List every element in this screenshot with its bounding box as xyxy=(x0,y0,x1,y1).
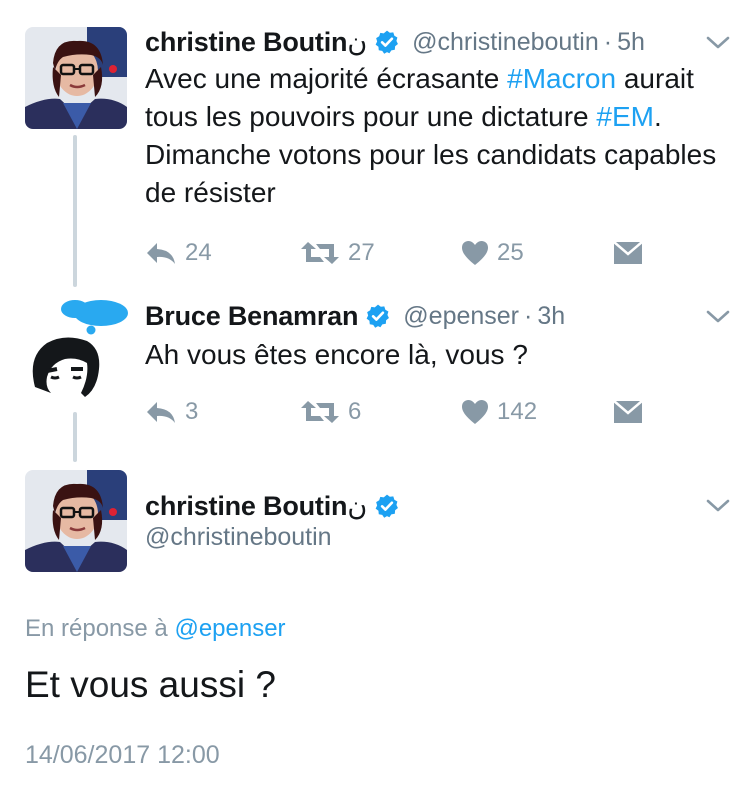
message-button[interactable] xyxy=(613,397,643,427)
user-handle[interactable]: @christineboutin xyxy=(145,523,332,552)
reply-count: 24 xyxy=(185,239,212,266)
user-handle[interactable]: @christineboutin xyxy=(412,28,599,57)
retweet-button[interactable]: 6 xyxy=(300,397,361,427)
tweet1-header: christine Boutinن @christineboutin · 5h xyxy=(145,24,645,60)
verified-badge-icon xyxy=(374,493,400,519)
avatar-christine-boutin[interactable] xyxy=(25,470,127,572)
message-icon xyxy=(613,400,643,423)
name-suffix: ن xyxy=(347,490,368,521)
tweet2-text: Ah vous êtes encore là, vous ? xyxy=(145,339,528,370)
reply-context: En réponse à @epenser xyxy=(25,615,286,643)
retweet-count: 27 xyxy=(348,239,375,266)
user-name[interactable]: christine Boutinن xyxy=(145,491,367,522)
verified-badge-icon xyxy=(374,29,400,55)
tweet-time[interactable]: 3h xyxy=(537,302,565,331)
chevron-down-icon[interactable] xyxy=(705,35,731,51)
verified-badge-icon xyxy=(365,303,391,329)
like-button[interactable]: 25 xyxy=(461,238,524,268)
user-name[interactable]: Bruce Benamran xyxy=(145,301,358,332)
separator-dot: · xyxy=(524,301,533,330)
reply-button[interactable]: 24 xyxy=(145,238,212,268)
like-button[interactable]: 142 xyxy=(461,397,537,427)
message-button[interactable] xyxy=(613,238,643,268)
message-icon xyxy=(613,241,643,264)
avatar-bruce-benamran[interactable] xyxy=(25,297,129,401)
heart-icon xyxy=(462,400,488,424)
thread-line xyxy=(73,135,77,287)
main-tweet-header: christine Boutinن xyxy=(145,488,400,524)
name-suffix: ن xyxy=(347,26,368,57)
tweet-timestamp[interactable]: 14/06/2017 12:00 xyxy=(25,741,220,770)
reply-button[interactable]: 3 xyxy=(145,397,198,427)
like-count: 25 xyxy=(497,239,524,266)
retweet-button[interactable]: 27 xyxy=(300,238,375,268)
hashtag-macron[interactable]: #Macron xyxy=(507,63,616,94)
chevron-down-icon[interactable] xyxy=(705,498,731,514)
reply-icon xyxy=(147,243,175,264)
heart-icon xyxy=(462,241,488,265)
retweet-count: 6 xyxy=(348,398,362,425)
user-handle[interactable]: @epenser xyxy=(403,302,519,331)
user-name[interactable]: christine Boutinن xyxy=(145,27,367,58)
hashtag-em[interactable]: #EM xyxy=(596,101,654,132)
tweet1-actions: 24 27 25 xyxy=(145,238,645,268)
reply-prefix: En réponse à xyxy=(25,615,168,642)
reply-icon xyxy=(147,402,175,423)
thread-line xyxy=(73,412,77,462)
tweet2-actions: 3 6 142 xyxy=(145,397,645,427)
separator-dot: · xyxy=(603,27,613,56)
chevron-down-icon[interactable] xyxy=(705,309,731,325)
like-count: 142 xyxy=(497,398,538,425)
tweet2-header: Bruce Benamran @epenser · 3h xyxy=(145,298,565,334)
reply-mention-link[interactable]: @epenser xyxy=(174,615,285,642)
tweet-time[interactable]: 5h xyxy=(617,28,645,57)
avatar-christine-boutin[interactable] xyxy=(25,27,127,129)
main-tweet-text: Et vous aussi ? xyxy=(25,664,276,705)
retweet-icon xyxy=(301,242,339,264)
retweet-icon xyxy=(301,401,339,423)
reply-count: 3 xyxy=(185,398,199,425)
tweet1-text: Avec une majorité écrasante #Macron aura… xyxy=(145,63,717,208)
